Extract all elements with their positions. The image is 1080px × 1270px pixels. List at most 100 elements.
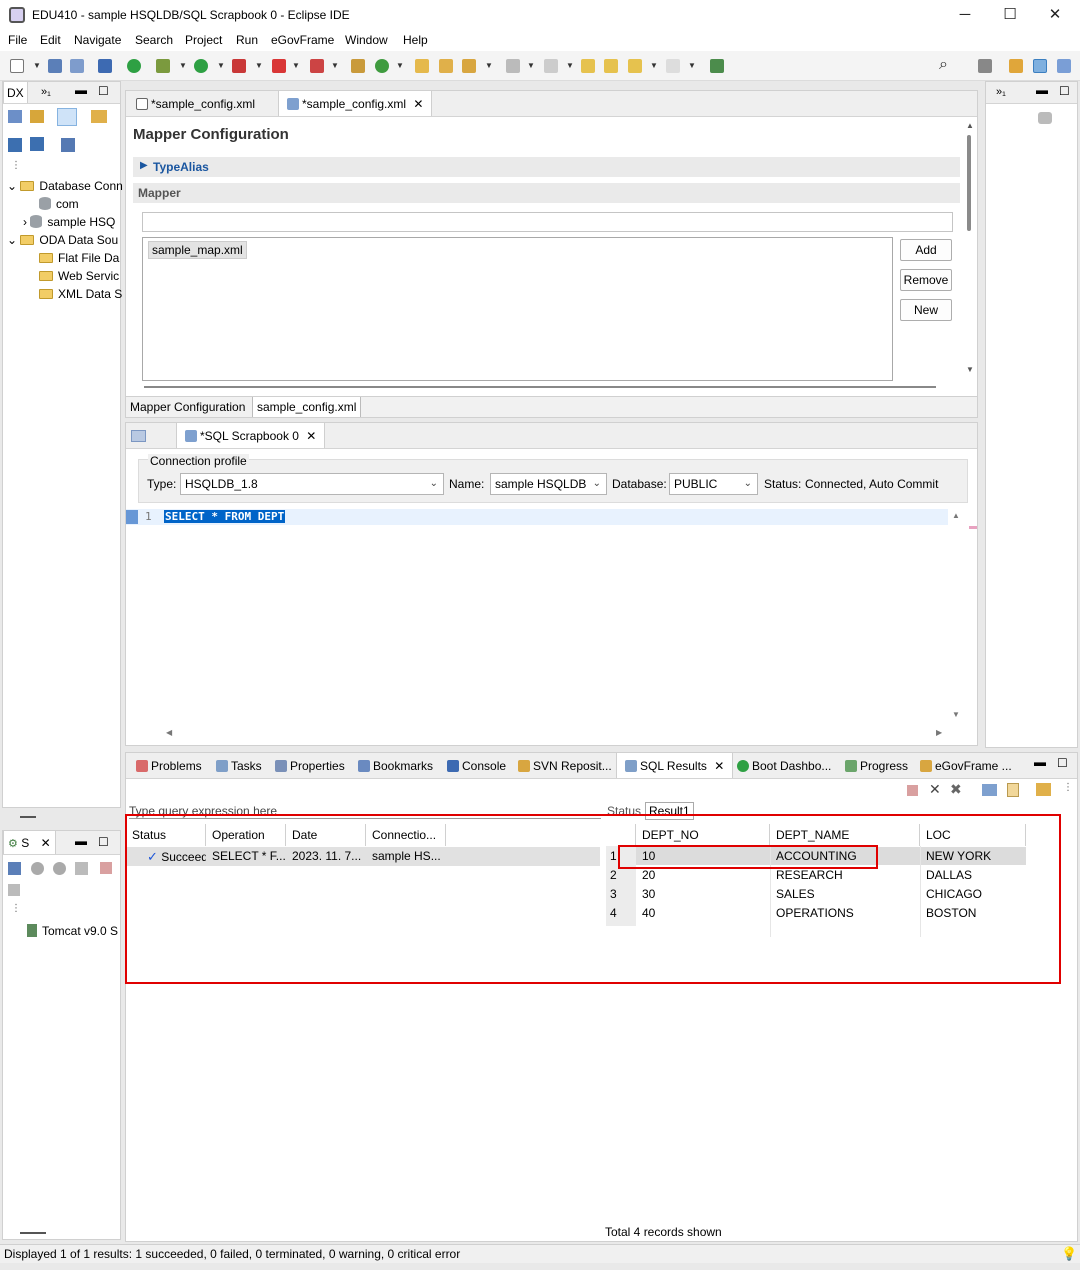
close-icon[interactable]: ✕ [306, 429, 316, 443]
debug-icon[interactable] [156, 59, 170, 73]
tab-source-xml[interactable]: sample_config.xml [252, 397, 362, 417]
menu-navigate[interactable]: Navigate [74, 33, 121, 47]
stop-server-icon[interactable] [100, 862, 112, 874]
annotation-icon[interactable] [506, 59, 520, 73]
tab-properties[interactable]: Properties [267, 753, 353, 778]
tab-progress[interactable]: Progress [837, 753, 916, 778]
tab-egovframe[interactable]: eGovFrame ... [912, 753, 1020, 778]
menu-window[interactable]: Window [345, 33, 388, 47]
scrollbar-thumb[interactable] [967, 135, 971, 231]
maximize-view-icon[interactable]: ☐ [98, 84, 109, 98]
save-result-icon[interactable] [982, 784, 997, 796]
tab-svn-repositories[interactable]: SVN Reposit... [510, 753, 620, 778]
name-select[interactable]: sample HSQLDB ⌄ [490, 473, 607, 495]
terminal-icon[interactable] [98, 59, 112, 73]
outline-settings-icon[interactable] [1038, 112, 1052, 124]
menu-search[interactable]: Search [135, 33, 173, 47]
menu-run[interactable]: Run [236, 33, 258, 47]
add-mapper-button[interactable]: Add [900, 239, 952, 261]
tab-sql-scrapbook[interactable]: *SQL Scrapbook 0 ✕ [176, 423, 326, 448]
deploy-icon[interactable] [310, 59, 324, 73]
close-icon[interactable]: ✕ [413, 97, 423, 111]
sql-editor-icon[interactable] [131, 430, 146, 442]
perspective-egov-icon[interactable] [1033, 59, 1047, 73]
collapse-icon[interactable] [8, 862, 21, 875]
search-icon[interactable]: ⌕ [939, 56, 948, 74]
remove-result-icon[interactable]: ✕ [929, 781, 941, 798]
chevron-down-icon[interactable]: ▼ [485, 61, 493, 70]
last-edit-icon[interactable] [581, 59, 595, 73]
tree-node-flat-file[interactable]: Flat File Da [39, 251, 119, 265]
run-external-icon[interactable] [232, 59, 246, 73]
menu-egovframe[interactable]: eGovFrame [271, 33, 334, 47]
more-views-icon[interactable]: »₁ [41, 86, 51, 98]
import-icon[interactable] [8, 138, 22, 152]
perspective-java-icon[interactable] [1009, 59, 1023, 73]
chevron-down-icon[interactable]: ▼ [527, 61, 535, 70]
more-views-icon[interactable]: »₁ [996, 86, 1006, 98]
debug-server-icon[interactable] [31, 862, 44, 875]
tree-node-com[interactable]: com [39, 197, 79, 211]
scroll-up-icon[interactable]: ▲ [966, 121, 974, 130]
scroll-left-icon[interactable]: ◀ [166, 728, 172, 737]
save-icon[interactable] [48, 59, 62, 73]
export-icon[interactable] [30, 137, 44, 151]
chevron-down-icon[interactable]: ▼ [179, 61, 187, 70]
close-icon[interactable]: ✕ [714, 759, 724, 773]
tree-node-web-services[interactable]: Web Servic [39, 269, 119, 283]
connect-icon[interactable] [91, 110, 107, 123]
tree-node-xml-data[interactable]: XML Data S [39, 287, 122, 301]
terminate-icon[interactable] [907, 785, 918, 796]
tab-bookmarks[interactable]: Bookmarks [350, 753, 441, 778]
scroll-down-icon[interactable]: ▼ [952, 710, 960, 719]
perspective-db-icon[interactable] [1057, 59, 1071, 73]
export-result-icon[interactable] [1007, 783, 1019, 797]
tab-mapper-configuration[interactable]: Mapper Configuration [130, 400, 245, 414]
run-icon[interactable] [194, 59, 208, 73]
chevron-down-icon[interactable]: ▼ [396, 61, 404, 70]
tab-servers[interactable]: ⚙ S ✕ [3, 831, 56, 854]
view-menu-icon[interactable]: ⋮ [11, 903, 21, 914]
vertical-scrollbar[interactable]: ▲ ▼ [965, 121, 974, 379]
mapper-filter-input[interactable] [142, 212, 953, 232]
tab-sample-config-xml-2[interactable]: *sample_config.xml ✕ [278, 91, 433, 116]
open-type-icon[interactable] [415, 59, 429, 73]
remove-mapper-button[interactable]: Remove [900, 269, 952, 291]
chevron-down-icon[interactable]: ▼ [292, 61, 300, 70]
new-mapper-button[interactable]: New [900, 299, 952, 321]
stop-icon[interactable] [272, 59, 286, 73]
next-annotation-icon[interactable] [544, 59, 558, 73]
tab-tasks[interactable]: Tasks [208, 753, 270, 778]
back-icon[interactable] [628, 59, 642, 73]
type-select[interactable]: HSQLDB_1.8 ⌄ [180, 473, 444, 495]
publish-icon[interactable] [8, 884, 20, 896]
overview-ruler-mark[interactable] [969, 526, 977, 529]
horizontal-scrollbar[interactable] [144, 386, 936, 388]
collapse-all-icon[interactable] [8, 110, 22, 123]
menu-help[interactable]: Help [403, 33, 428, 47]
wand-icon[interactable] [462, 59, 476, 73]
chevron-down-icon[interactable]: ▼ [255, 61, 263, 70]
lightbulb-icon[interactable]: 💡 [1061, 1246, 1077, 1262]
view-menu-icon[interactable]: ⋮ [11, 160, 21, 171]
close-window-button[interactable]: ✕ [1042, 4, 1068, 26]
maximize-view-icon[interactable]: ☐ [1059, 84, 1070, 98]
maximize-button[interactable]: ☐ [997, 4, 1023, 26]
minimize-view-icon[interactable]: ▬ [75, 834, 87, 848]
database-select[interactable]: PUBLIC ⌄ [669, 473, 758, 495]
open-folder-icon[interactable] [439, 59, 453, 73]
server-item-tomcat[interactable]: Tomcat v9.0 S [27, 924, 118, 938]
remove-all-icon[interactable]: ✖ [950, 781, 962, 798]
tree-view-icon[interactable] [57, 108, 77, 126]
mapper-list[interactable]: sample_map.xml [142, 237, 893, 381]
chevron-down-icon[interactable]: ▼ [650, 61, 658, 70]
profile-server-icon[interactable] [75, 862, 88, 875]
refresh-icon[interactable] [375, 59, 389, 73]
sql-statement[interactable]: SELECT * FROM DEPT [164, 510, 286, 523]
start-server-icon[interactable] [53, 862, 66, 875]
restore-view-handle[interactable] [20, 816, 36, 818]
menu-edit[interactable]: Edit [40, 33, 61, 47]
typealias-section[interactable]: ▶ TypeAlias [133, 157, 960, 177]
menu-project[interactable]: Project [185, 33, 222, 47]
tab-sql-results[interactable]: SQL Results ✕ [616, 753, 734, 778]
